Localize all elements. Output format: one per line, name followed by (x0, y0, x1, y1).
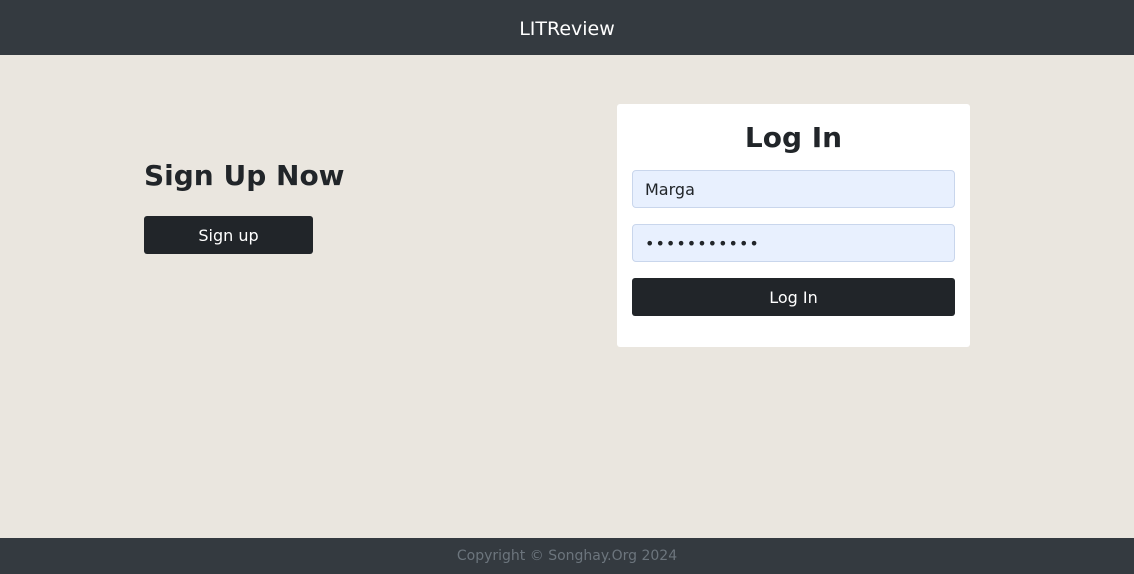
footer: Copyright © Songhay.Org 2024 (0, 538, 1134, 574)
top-navbar: LITReview (0, 0, 1134, 55)
copyright-text: Copyright © Songhay.Org 2024 (456, 548, 678, 564)
login-heading: Log In (744, 121, 843, 154)
signup-heading: Sign Up Now (144, 159, 345, 192)
login-card: Log In Log In (617, 104, 970, 347)
password-field[interactable] (632, 224, 955, 262)
login-button[interactable]: Log In (632, 278, 955, 316)
signup-button[interactable]: Sign up (144, 216, 313, 254)
brand-title[interactable]: LITReview (519, 18, 615, 40)
main-content: Sign Up Now Sign up Log In Log In (0, 55, 1134, 538)
username-field[interactable] (632, 170, 955, 208)
